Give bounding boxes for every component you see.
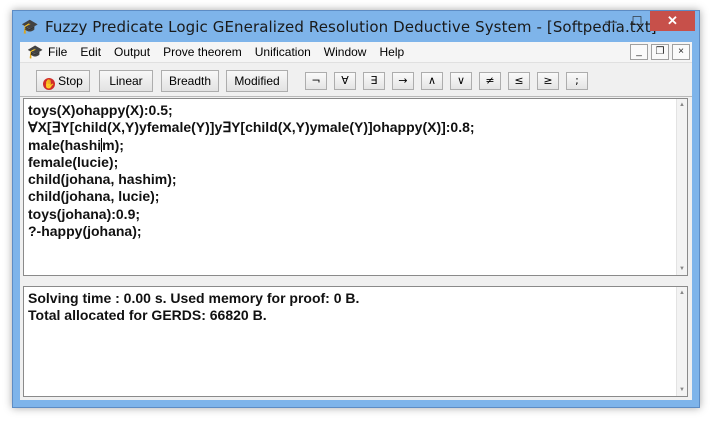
editor-line: child(johana, hashim); <box>28 171 177 188</box>
menu-window[interactable]: Window <box>324 45 367 59</box>
symbol-implies-button[interactable]: → <box>392 72 414 90</box>
output-line: Solving time : 0.00 s. Used memory for p… <box>28 290 360 306</box>
menu-output[interactable]: Output <box>114 45 150 59</box>
symbol-and-button[interactable]: ∧ <box>421 72 443 90</box>
doc-restore-button[interactable]: ❐ <box>651 44 669 60</box>
editor-line: child(johana, lucie); <box>28 188 160 205</box>
menu-edit[interactable]: Edit <box>80 45 101 59</box>
close-button[interactable]: ✕ <box>650 11 695 31</box>
scroll-up-icon[interactable]: ▲ <box>678 289 686 297</box>
scroll-down-icon[interactable]: ▼ <box>678 265 686 273</box>
editor-line-before-caret: male(hashi <box>28 136 102 153</box>
output-scrollbar[interactable]: ▲ ▼ <box>676 287 687 396</box>
stop-label: Stop <box>58 74 83 88</box>
client-area: 🎓 File Edit Output Prove theorem Unifica… <box>20 42 692 400</box>
doc-minimize-button[interactable]: _ <box>630 44 648 60</box>
maximize-button[interactable]: ☐ <box>624 11 650 31</box>
modified-button[interactable]: Modified <box>226 70 288 92</box>
program-editor[interactable]: toys(X)ohappy(X):0.5; ∀X[∃Y[child(X,Y)yf… <box>23 98 688 276</box>
scroll-down-icon[interactable]: ▼ <box>678 386 686 394</box>
app-icon[interactable]: 🎓 <box>21 18 38 34</box>
output-text: Solving time : 0.00 s. Used memory for p… <box>28 290 673 325</box>
symbol-or-button[interactable]: ∨ <box>450 72 472 90</box>
minimize-button[interactable]: — <box>598 11 624 31</box>
menu-unification[interactable]: Unification <box>255 45 311 59</box>
window-controls: — ☐ ✕ <box>598 11 695 31</box>
menu-help[interactable]: Help <box>379 45 404 59</box>
symbol-not-button[interactable]: ¬ <box>305 72 327 90</box>
editor-line: male(hashim); <box>28 137 673 154</box>
stop-icon: ✋ <box>43 78 56 90</box>
editor-scrollbar[interactable]: ▲ ▼ <box>676 99 687 275</box>
title-bar[interactable]: 🎓 Fuzzy Predicate Logic GEneralized Reso… <box>13 11 699 42</box>
editor-line: ?-happy(johana); <box>28 223 142 240</box>
menu-items: File Edit Output Prove theorem Unificati… <box>48 45 417 59</box>
pane-splitter[interactable] <box>23 278 688 284</box>
symbol-forall-button[interactable]: ∀ <box>334 72 356 90</box>
document-window-controls: _ ❐ × <box>627 44 690 60</box>
app-window: 🎓 Fuzzy Predicate Logic GEneralized Reso… <box>12 10 700 408</box>
window-title: Fuzzy Predicate Logic GEneralized Resolu… <box>45 18 657 36</box>
editor-line-after-caret: m); <box>102 136 124 153</box>
menu-prove-theorem[interactable]: Prove theorem <box>163 45 242 59</box>
doc-close-button[interactable]: × <box>672 44 690 60</box>
editor-line: ∀X[∃Y[child(X,Y)yfemale(Y)]y∃Y[child(X,Y… <box>28 119 475 136</box>
output-pane[interactable]: Solving time : 0.00 s. Used memory for p… <box>23 286 688 397</box>
linear-button[interactable]: Linear <box>99 70 153 92</box>
document-icon[interactable]: 🎓 <box>27 44 43 60</box>
symbol-not-equal-button[interactable]: ≠ <box>479 72 501 90</box>
symbol-greater-equal-button[interactable]: ≥ <box>537 72 559 90</box>
editor-text[interactable]: toys(X)ohappy(X):0.5; ∀X[∃Y[child(X,Y)yf… <box>28 102 673 240</box>
menu-file[interactable]: File <box>48 45 67 59</box>
breadth-button[interactable]: Breadth <box>161 70 219 92</box>
symbol-less-equal-button[interactable]: ≤ <box>508 72 530 90</box>
menu-bar: 🎓 File Edit Output Prove theorem Unifica… <box>20 42 692 63</box>
editor-line: female(lucie); <box>28 153 119 170</box>
symbol-exists-button[interactable]: ∃ <box>363 72 385 90</box>
editor-line: toys(X)ohappy(X):0.5; <box>28 102 173 118</box>
toolbar: ✋ Stop Linear Breadth Modified ¬ ∀ ∃ → ∧ … <box>20 63 692 97</box>
output-line: Total allocated for GERDS: 66820 B. <box>28 307 267 324</box>
scroll-up-icon[interactable]: ▲ <box>678 101 686 109</box>
editor-line: toys(johana):0.9; <box>28 205 141 222</box>
symbol-semicolon-button[interactable]: ; <box>566 72 588 90</box>
stop-button[interactable]: ✋ Stop <box>36 70 90 92</box>
